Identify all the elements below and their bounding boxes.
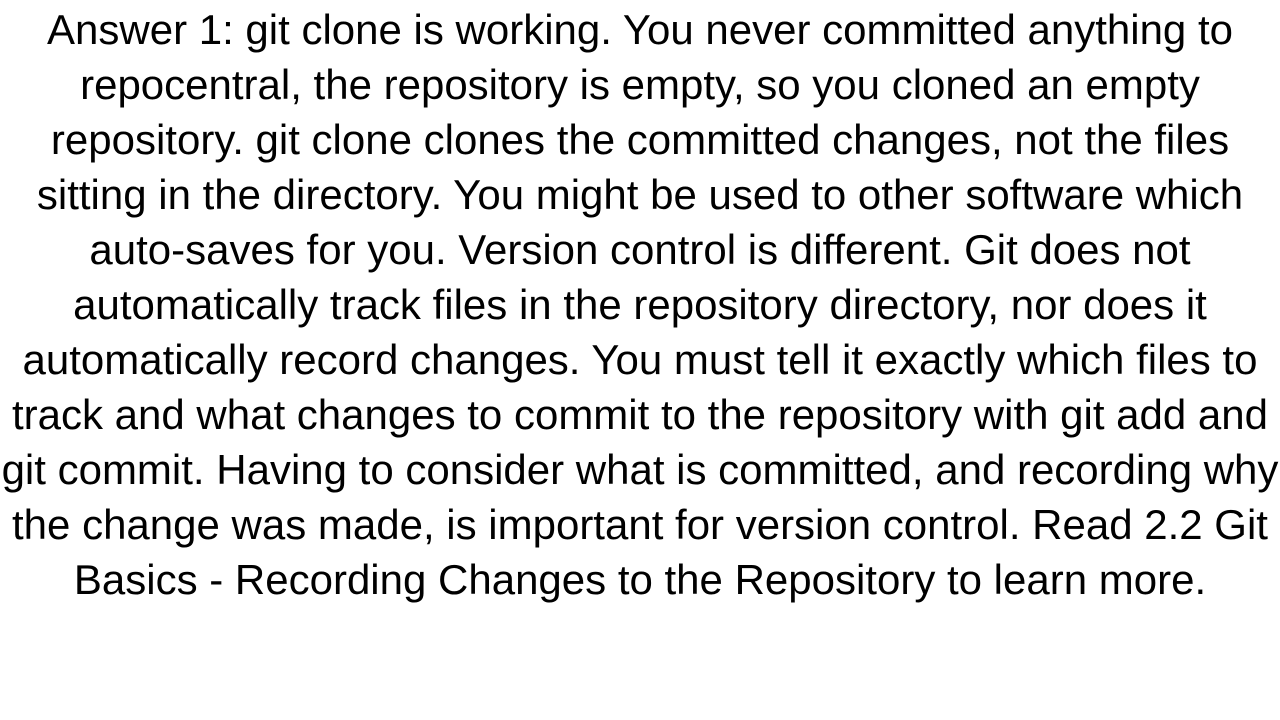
answer-text: Answer 1: git clone is working. You neve… [0, 2, 1280, 607]
